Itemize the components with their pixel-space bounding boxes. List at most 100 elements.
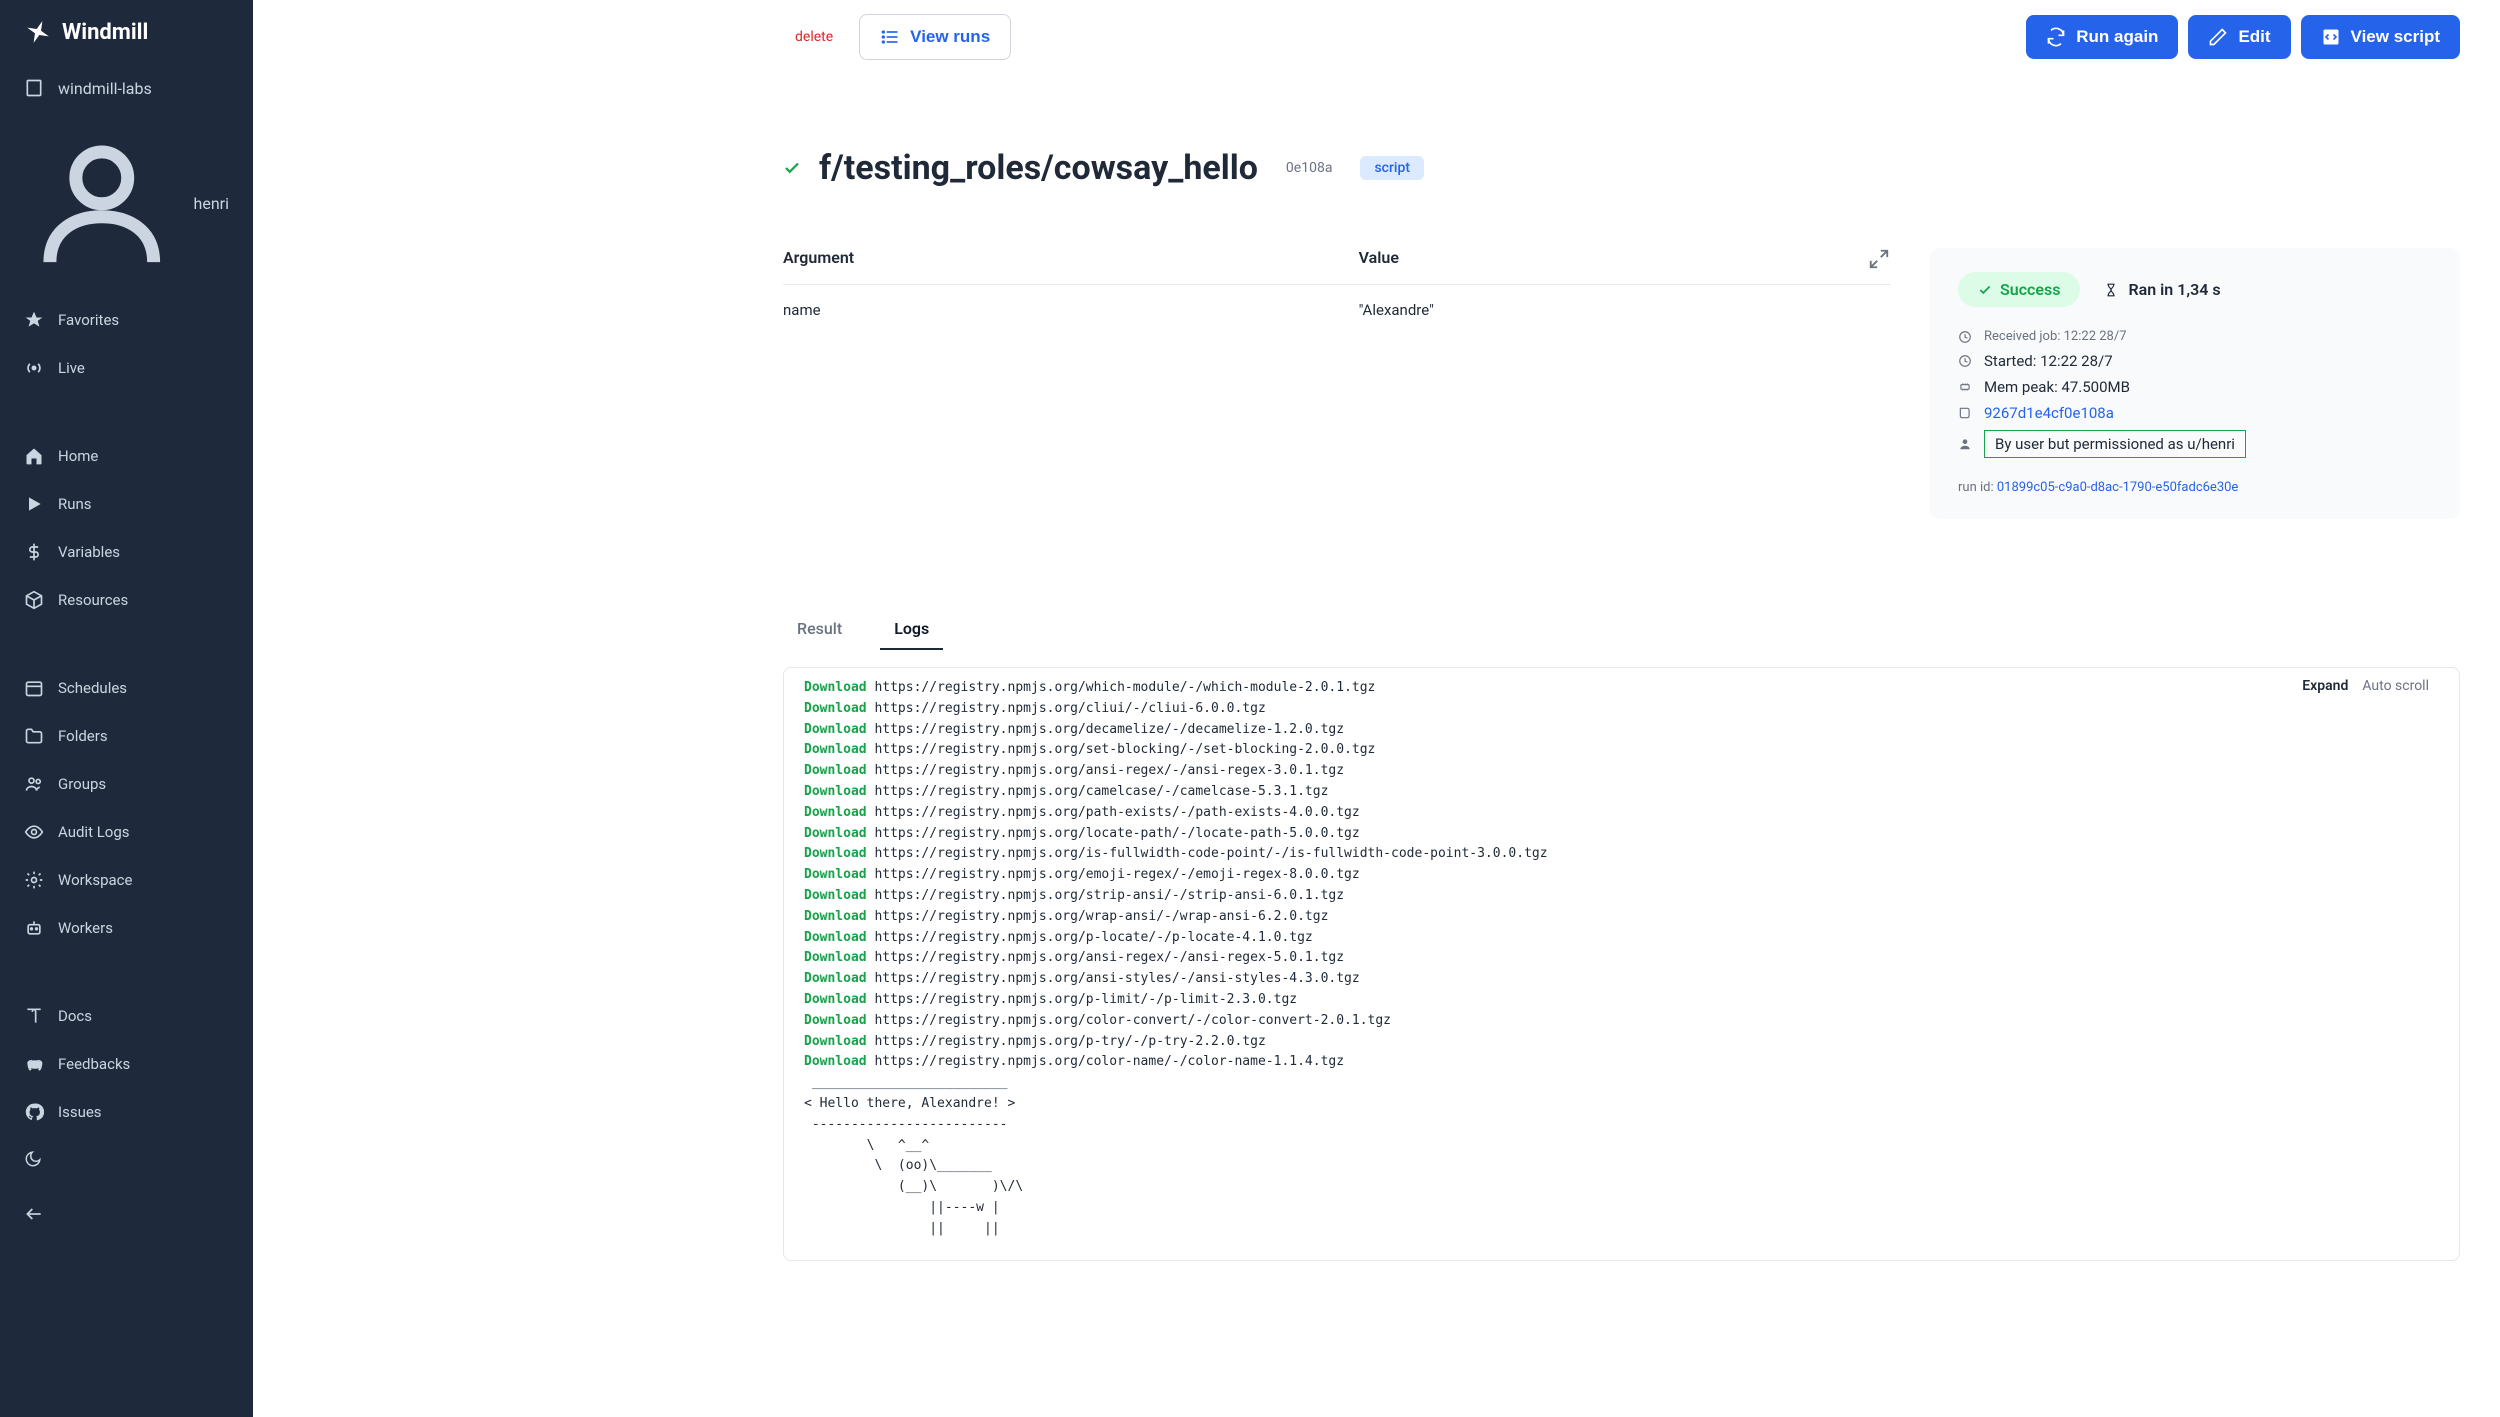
- windmill-icon: [24, 18, 52, 46]
- status-panel: Success Ran in 1,34 s Received job: 12:2…: [1930, 248, 2460, 519]
- users-icon: [24, 774, 44, 794]
- permission-label: By user but permissioned as u/henri: [1984, 430, 2246, 458]
- edit-label: Edit: [2238, 27, 2270, 47]
- sidebar-item-issues[interactable]: Issues: [0, 1088, 253, 1136]
- sidebar-item-home[interactable]: Home: [0, 432, 253, 480]
- view-runs-label: View runs: [910, 27, 990, 47]
- sidebar-item-audit-logs[interactable]: Audit Logs: [0, 808, 253, 856]
- tab-result[interactable]: Result: [783, 609, 856, 650]
- sidebar-item-workers[interactable]: Workers: [0, 904, 253, 952]
- ran-in: Ran in 1,34 s: [2104, 280, 2220, 299]
- sidebar-label: Variables: [58, 543, 120, 561]
- expand-icon[interactable]: [1868, 248, 1890, 270]
- home-icon: [24, 446, 44, 466]
- sidebar-item-resources[interactable]: Resources: [0, 576, 253, 624]
- args-header-value: Value: [1359, 248, 1868, 270]
- box-icon: [24, 590, 44, 610]
- edit-button[interactable]: Edit: [2188, 15, 2290, 59]
- github-icon: [24, 1102, 44, 1122]
- sidebar-label: Docs: [58, 1007, 92, 1025]
- logo-text: Windmill: [62, 20, 148, 45]
- sidebar-item-favorites[interactable]: Favorites: [0, 296, 253, 344]
- sidebar-label: Workspace: [58, 871, 132, 889]
- moon-icon: [24, 1150, 42, 1168]
- script-path: f/testing_roles/cowsay_hello: [819, 148, 1258, 188]
- building-icon: [24, 78, 44, 98]
- user-selector[interactable]: henri: [0, 112, 253, 296]
- hourglass-icon: [2104, 283, 2118, 297]
- status-received: Received job: 12:22 28/7: [1958, 325, 2432, 348]
- book-icon: [24, 1006, 44, 1026]
- sidebar-label: Home: [58, 447, 98, 465]
- edit-icon: [2208, 27, 2228, 47]
- workspace-name: windmill-labs: [58, 79, 152, 98]
- list-icon: [880, 27, 900, 47]
- sidebar-label: Schedules: [58, 679, 127, 697]
- sidebar-item-docs[interactable]: Docs: [0, 992, 253, 1040]
- args-row: name "Alexandre": [783, 285, 1890, 335]
- run-id-label: run id:: [1958, 480, 1997, 495]
- args-panel: Argument Value name "Alexandre": [783, 248, 1890, 519]
- folder-icon: [24, 726, 44, 746]
- arrow-left-icon: [24, 1204, 44, 1224]
- sidebar-item-runs[interactable]: Runs: [0, 480, 253, 528]
- sidebar: Windmill windmill-labs henri Favorites L…: [0, 0, 253, 1417]
- tabs: Result Logs: [783, 609, 2460, 651]
- view-script-button[interactable]: View script: [2301, 15, 2460, 59]
- sidebar-label-live: Live: [58, 359, 85, 377]
- arg-value: "Alexandre": [1359, 301, 1890, 319]
- success-label: Success: [2000, 280, 2060, 299]
- view-runs-button[interactable]: View runs: [859, 14, 1011, 60]
- sidebar-item-groups[interactable]: Groups: [0, 760, 253, 808]
- sidebar-item-variables[interactable]: Variables: [0, 528, 253, 576]
- run-again-label: Run again: [2076, 27, 2158, 47]
- sidebar-item-feedbacks[interactable]: Feedbacks: [0, 1040, 253, 1088]
- status-mem-peak: Mem peak: 47.500MB: [1958, 374, 2432, 400]
- play-icon: [24, 494, 44, 514]
- arg-name: name: [783, 301, 1359, 319]
- check-icon: [1978, 283, 1992, 297]
- code-icon: [2321, 27, 2341, 47]
- clock-icon: [1958, 330, 1972, 344]
- run-again-button[interactable]: Run again: [2026, 15, 2178, 59]
- clock-icon: [1958, 354, 1972, 368]
- run-id-row: run id: 01899c05-c9a0-d8ac-1790-e50fadc6…: [1958, 480, 2432, 495]
- sidebar-item-schedules[interactable]: Schedules: [0, 664, 253, 712]
- mem-peak-label: Mem peak: 47.500MB: [1984, 378, 2130, 396]
- logo[interactable]: Windmill: [0, 0, 253, 64]
- started-label: Started: 12:22 28/7: [1984, 352, 2113, 370]
- workspace-selector[interactable]: windmill-labs: [0, 64, 253, 112]
- memory-icon: [1958, 380, 1972, 394]
- star-icon: [24, 310, 44, 330]
- script-icon: [1958, 406, 1972, 420]
- args-header-argument: Argument: [783, 248, 1359, 270]
- sidebar-item-folders[interactable]: Folders: [0, 712, 253, 760]
- broadcast-icon: [24, 358, 44, 378]
- gear-icon: [24, 870, 44, 890]
- sidebar-item-workspace[interactable]: Workspace: [0, 856, 253, 904]
- sidebar-label: Folders: [58, 727, 108, 745]
- ran-in-label: Ran in 1,34 s: [2128, 280, 2220, 299]
- expand-logs[interactable]: Expand: [2302, 678, 2348, 694]
- auto-scroll[interactable]: Auto scroll: [2362, 678, 2429, 694]
- calendar-icon: [24, 678, 44, 698]
- user-icon: [24, 126, 180, 282]
- sidebar-label: Audit Logs: [58, 823, 130, 841]
- check-icon: [783, 159, 801, 177]
- status-permission: By user but permissioned as u/henri: [1958, 426, 2432, 462]
- run-id-link[interactable]: 01899c05-c9a0-d8ac-1790-e50fadc6e30e: [1997, 480, 2238, 495]
- sidebar-item-live[interactable]: Live: [0, 344, 253, 392]
- eye-icon: [24, 822, 44, 842]
- received-label: Received job: 12:22 28/7: [1984, 329, 2127, 344]
- logs-content[interactable]: Download https://registry.npmjs.org/whic…: [784, 668, 2459, 1260]
- header-row: f/testing_roles/cowsay_hello 0e108a scri…: [783, 148, 2460, 188]
- refresh-icon: [2046, 27, 2066, 47]
- status-started: Started: 12:22 28/7: [1958, 348, 2432, 374]
- delete-link[interactable]: delete: [783, 21, 845, 53]
- tab-logs[interactable]: Logs: [880, 609, 943, 650]
- success-badge: Success: [1958, 272, 2080, 307]
- sidebar-label: Issues: [58, 1103, 102, 1121]
- theme-toggle[interactable]: [0, 1136, 253, 1186]
- commit-hash-link[interactable]: 9267d1e4cf0e108a: [1984, 404, 2114, 422]
- collapse-sidebar[interactable]: [0, 1186, 253, 1246]
